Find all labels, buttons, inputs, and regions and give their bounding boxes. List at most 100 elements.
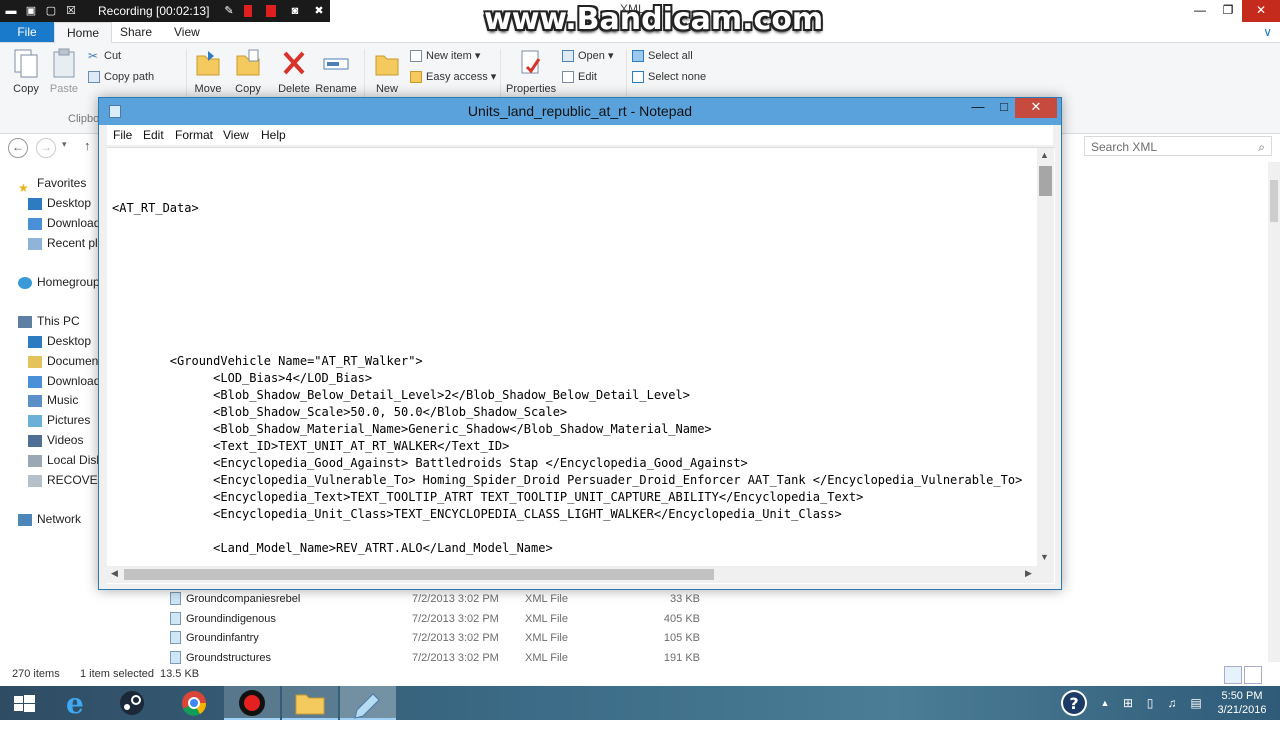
nav-pc-desktop-label: Desktop [47,334,92,348]
taskbar-bandicam[interactable] [224,686,280,720]
rename-button[interactable]: Rename [314,47,358,95]
taskbar-chrome[interactable] [166,686,222,720]
pause-icon[interactable] [244,5,252,17]
menu-help[interactable]: Help [261,125,286,145]
pencil-icon[interactable]: ✎ [222,0,236,22]
properties-button[interactable]: Properties [506,47,556,95]
taskbar-clock[interactable]: 5:50 PM 3/21/2016 [1212,689,1272,717]
file-row[interactable]: Groundcompaniesrebel 7/2/2013 3:02 PM XM… [166,589,726,609]
drive-icon [28,454,42,467]
horizontal-scroll-thumb[interactable] [124,569,714,580]
nav-network-label: Network [37,512,82,526]
taskbar-file-explorer[interactable] [282,686,338,720]
move-to-button[interactable]: Move [186,47,230,95]
notifications-icon[interactable]: ▤ [1186,686,1206,720]
copy-to-button[interactable]: Copy [226,47,270,95]
videos-icon [28,434,42,447]
scroll-right-arrow-icon[interactable]: ▶ [1025,568,1032,579]
open-button[interactable]: Open ▾ [562,47,614,65]
menu-view[interactable]: View [223,125,249,145]
select-none-button[interactable]: Select none [632,68,706,86]
paste-button[interactable]: Paste [42,47,86,95]
question-mark-icon: ? [1061,690,1087,716]
tab-home[interactable]: Home [54,22,113,43]
minimize-icon[interactable]: ▬ [4,0,18,22]
scroll-down-arrow-icon[interactable]: ▼ [1040,552,1049,562]
clock-time: 5:50 PM [1221,690,1263,702]
explorer-close-button[interactable]: ✕ [1242,0,1280,22]
tab-share[interactable]: Share [108,22,164,42]
details-view-icon[interactable] [1224,666,1242,684]
recent-locations-chevron-icon[interactable]: ▾ [62,139,67,150]
cut-button[interactable]: ✂ Cut [88,47,121,65]
explorer-minimize-button[interactable]: — [1186,0,1214,22]
vertical-scroll-thumb[interactable] [1039,166,1052,196]
file-list-scrollbar[interactable] [1268,162,1280,662]
notepad-maximize-button[interactable]: □ [991,98,1017,118]
window-icon[interactable]: ▣ [24,0,38,22]
new-folder-button[interactable]: New [365,47,409,95]
navigation-pane: ★ Favorites Desktop Download Recent pla H… [0,170,114,540]
notepad-edit-area[interactable]: <AT_RT_Data> <GroundVehicle Name="AT_RT_… [107,147,1055,584]
menu-format[interactable]: Format [175,125,213,145]
copy-path-button[interactable]: Copy path [88,68,154,86]
notepad-minimize-button[interactable]: — [965,98,991,118]
search-input[interactable]: Search XML ⌕ [1084,136,1272,156]
large-icons-view-icon[interactable] [1244,666,1262,684]
copy-path-label: Copy path [104,71,155,83]
file-row[interactable]: Groundinfantry 7/2/2013 3:02 PM XML File… [166,628,726,648]
fullscreen-icon[interactable]: ▢ [44,0,58,22]
taskbar-internet-explorer[interactable]: e [50,686,106,720]
scroll-up-arrow-icon[interactable]: ▲ [1040,150,1049,160]
tab-file[interactable]: File [0,22,54,42]
text-line: <Land_Model_Name>REV_ATRT.ALO</Land_Mode… [112,541,553,555]
scrollbar-thumb[interactable] [1270,180,1278,222]
volume-icon[interactable]: ♫ [1162,686,1182,720]
nav-pc-downloads-label: Download [47,374,101,388]
tab-view[interactable]: View [162,22,212,42]
select-all-button[interactable]: Select all [632,47,693,65]
battery-icon[interactable]: ▯ [1140,686,1160,720]
taskbar-notepad[interactable] [340,686,396,720]
bandicam-watermark: www.Bandicam.com [484,2,824,37]
camera-icon[interactable]: ◙ [288,0,302,22]
svg-text:?: ? [1069,694,1078,713]
ribbon-expand-chevron-icon[interactable]: ∨ [1263,22,1272,42]
edit-button[interactable]: Edit [562,68,597,86]
new-item-button[interactable]: New item ▾ [410,47,480,65]
xml-file-icon [170,651,181,664]
forward-arrow-icon[interactable]: → [36,138,56,158]
menu-edit[interactable]: Edit [143,125,164,145]
help-icon[interactable]: ? [1058,686,1090,720]
taskbar-steam[interactable] [104,686,160,720]
nav-local-disk-label: Local Disk [47,453,103,467]
up-arrow-icon[interactable]: ↑ [84,138,91,153]
close-icon[interactable]: ✖ [312,0,326,22]
vertical-scrollbar[interactable]: ▲ ▼ [1037,148,1054,566]
explorer-maximize-button[interactable]: ❐ [1214,0,1242,22]
file-row[interactable]: Groundindigenous 7/2/2013 3:02 PM XML Fi… [166,609,726,629]
text-line: <AT_RT_Data> [112,201,199,215]
stop-icon[interactable] [266,5,276,17]
windows-logo-icon [14,695,35,712]
nav-desktop-label: Desktop [47,196,92,210]
view-toggle [1222,666,1262,687]
start-button[interactable] [0,686,48,720]
menu-file[interactable]: File [113,125,132,145]
edit-icon [562,71,574,84]
scroll-left-arrow-icon[interactable]: ◀ [111,568,118,579]
easy-access-icon [410,71,422,84]
show-hidden-icons-icon[interactable]: ▲ [1098,686,1112,720]
notepad-close-button[interactable]: ✕ [1015,98,1057,118]
horizontal-scrollbar[interactable]: ◀ ▶ [107,566,1037,583]
notepad-titlebar[interactable]: Units_land_republic_at_rt - Notepad — □ … [99,98,1061,125]
target-icon[interactable]: ☒ [64,0,78,22]
resize-grip[interactable] [1037,566,1054,583]
delete-label: Delete [278,83,310,95]
record-icon [239,690,265,716]
windows-tray-icon[interactable]: ⊞ [1118,686,1138,720]
notepad-text[interactable]: <AT_RT_Data> <GroundVehicle Name="AT_RT_… [112,148,1032,566]
delete-button[interactable]: Delete [272,47,316,95]
back-arrow-icon[interactable]: ← [8,138,28,158]
easy-access-button[interactable]: Easy access ▾ [410,68,496,86]
